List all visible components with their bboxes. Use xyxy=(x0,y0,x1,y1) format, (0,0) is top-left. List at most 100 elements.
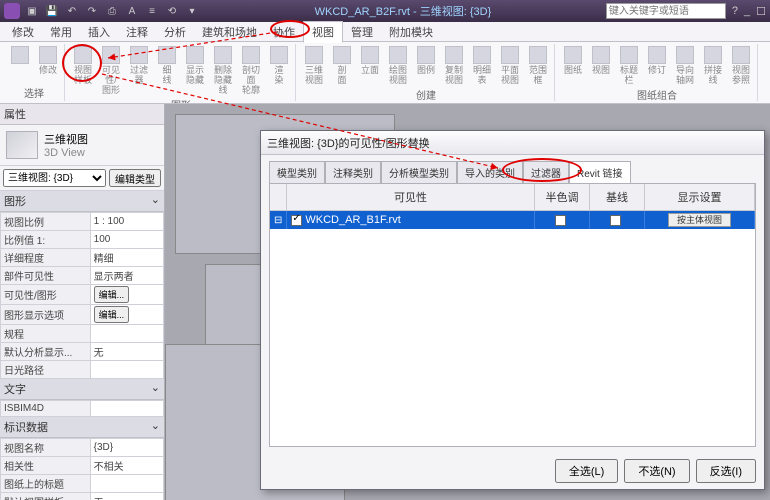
prop-group-text[interactable]: 文字⌄ xyxy=(0,379,164,400)
text-icon[interactable]: A xyxy=(124,3,140,19)
edit-button[interactable]: 编辑... xyxy=(94,286,130,303)
col-halftone: 半色调 xyxy=(535,184,590,210)
ribbon-视图样板[interactable]: 视图样板 xyxy=(70,44,96,96)
ribbon: 修改选择视图样板可见性/图形过滤器细线显示隐藏删除隐藏线剖切面轮廓渲染图形三维视… xyxy=(0,42,770,104)
ribbon-显示隐藏[interactable]: 显示隐藏 xyxy=(182,44,208,96)
view-select[interactable]: 三维视图: {3D} xyxy=(3,169,106,187)
measure-icon[interactable]: ≡ xyxy=(144,3,160,19)
ribbon-修订[interactable]: 修订 xyxy=(644,44,670,86)
minimize-icon[interactable]: _ xyxy=(744,5,750,18)
col-visibility: 可见性 xyxy=(287,184,535,210)
dialog-tab-1[interactable]: 注释类别 xyxy=(325,161,381,183)
ribbon-可见性图形[interactable]: 可见性/图形 xyxy=(98,44,124,96)
undo-icon[interactable]: ↶ xyxy=(64,3,80,19)
dialog-tab-0[interactable]: 模型类别 xyxy=(269,161,325,183)
ribbon-细线[interactable]: 细线 xyxy=(154,44,180,96)
select-all-button[interactable]: 全选(L) xyxy=(555,459,618,483)
ribbon-group-label: 创建 xyxy=(416,86,436,103)
dialog-tab-3[interactable]: 导入的类别 xyxy=(457,161,523,183)
ribbon-立面[interactable]: 立面 xyxy=(357,44,383,86)
ribbon-渲染[interactable]: 渲染 xyxy=(266,44,292,96)
ribbon-导向轴网[interactable]: 导向轴网 xyxy=(672,44,698,86)
dialog-tab-2[interactable]: 分析模型类别 xyxy=(381,161,457,183)
grid-header: 可见性 半色调 基线 显示设置 xyxy=(270,184,755,211)
view-type-label: 三维视图 xyxy=(44,131,88,147)
prop-row[interactable]: 视图名称{3D} xyxy=(1,439,164,457)
col-underlay: 基线 xyxy=(590,184,645,210)
ribbon-拼接线[interactable]: 拼接线 xyxy=(700,44,726,86)
ribbon-平面视图[interactable]: 平面视图 xyxy=(497,44,523,86)
maximize-icon[interactable]: ☐ xyxy=(756,5,766,18)
view-cube-icon xyxy=(6,131,38,159)
prop-row[interactable]: 可见性/图形编辑... xyxy=(1,285,164,305)
menu-视图[interactable]: 视图 xyxy=(303,21,343,43)
dialog-title: 三维视图: {3D}的可见性/图形替换 xyxy=(261,131,764,155)
prop-row[interactable]: 详细程度精细 xyxy=(1,249,164,267)
prop-group-graphics[interactable]: 图形⌄ xyxy=(0,191,164,212)
edit-button[interactable]: 编辑... xyxy=(94,306,130,323)
ribbon-标题栏[interactable]: 标题栏 xyxy=(616,44,642,86)
ribbon-绘图视图[interactable]: 绘图视图 xyxy=(385,44,411,86)
invert-selection-button[interactable]: 反选(I) xyxy=(696,459,756,483)
menu-修改[interactable]: 修改 xyxy=(4,22,42,42)
print-icon[interactable]: ⎙ xyxy=(104,3,120,19)
dialog-tab-5[interactable]: Revit 链接 xyxy=(569,161,631,183)
select-none-button[interactable]: 不选(N) xyxy=(624,459,689,483)
prop-row[interactable]: 比例值 1:100 xyxy=(1,231,164,249)
menu-管理[interactable]: 管理 xyxy=(343,22,381,42)
dialog-tab-4[interactable]: 过滤器 xyxy=(523,161,569,183)
edit-type-button[interactable]: 编辑类型 xyxy=(109,169,161,187)
visibility-dialog: 三维视图: {3D}的可见性/图形替换 模型类别注释类别分析模型类别导入的类别过… xyxy=(260,130,765,490)
help-icon[interactable]: ? xyxy=(732,5,738,18)
link-row[interactable]: ⊟ WKCD_AR_B1F.rvt 按主体视图 xyxy=(270,211,755,229)
prop-row[interactable]: 相关性不相关 xyxy=(1,457,164,475)
ribbon-三维视图[interactable]: 三维视图 xyxy=(301,44,327,86)
menu-附加模块[interactable]: 附加模块 xyxy=(381,22,441,42)
save-icon[interactable]: 💾 xyxy=(44,3,60,19)
underlay-checkbox[interactable] xyxy=(610,215,621,226)
prop-row[interactable]: 默认视图样板无 xyxy=(1,493,164,500)
prop-row[interactable]: 视图比例1 : 100 xyxy=(1,213,164,231)
ribbon-复制视图[interactable]: 复制视图 xyxy=(441,44,467,86)
ribbon-修改[interactable]: 修改 xyxy=(35,44,61,84)
app-icon[interactable] xyxy=(4,3,20,19)
ribbon-范围框[interactable]: 范围框 xyxy=(525,44,551,86)
display-setting-button[interactable]: 按主体视图 xyxy=(668,213,731,227)
ribbon-剖切面轮廓[interactable]: 剖切面轮廓 xyxy=(238,44,264,96)
search-input[interactable] xyxy=(606,3,726,19)
ribbon-group-label: 选择 xyxy=(24,84,44,101)
prop-row[interactable]: 日光路径 xyxy=(1,361,164,379)
sync-icon[interactable]: ⟲ xyxy=(164,3,180,19)
prop-row[interactable]: ISBIM4D xyxy=(1,401,164,417)
ribbon-过滤器[interactable]: 过滤器 xyxy=(126,44,152,96)
col-display: 显示设置 xyxy=(645,184,755,210)
menu-常用[interactable]: 常用 xyxy=(42,22,80,42)
prop-row[interactable]: 图纸上的标题 xyxy=(1,475,164,493)
menu-注释[interactable]: 注释 xyxy=(118,22,156,42)
prop-row[interactable]: 图形显示选项编辑... xyxy=(1,305,164,325)
menu-协作[interactable]: 协作 xyxy=(265,22,303,42)
menu-分析[interactable]: 分析 xyxy=(156,22,194,42)
ribbon-视图[interactable]: 视图 xyxy=(588,44,614,86)
ribbon-item[interactable] xyxy=(7,44,33,84)
row-checkbox[interactable] xyxy=(291,215,302,226)
prop-row[interactable]: 部件可见性显示两者 xyxy=(1,267,164,285)
ribbon-剖面[interactable]: 剖面 xyxy=(329,44,355,86)
ribbon-视图参照[interactable]: 视图参照 xyxy=(728,44,754,86)
ribbon-图纸[interactable]: 图纸 xyxy=(560,44,586,86)
dialog-tabs: 模型类别注释类别分析模型类别导入的类别过滤器Revit 链接 xyxy=(261,155,764,183)
prop-group-iddata[interactable]: 标识数据⌄ xyxy=(0,417,164,438)
ribbon-明细表[interactable]: 明细表 xyxy=(469,44,495,86)
menu-插入[interactable]: 插入 xyxy=(80,22,118,42)
prop-row[interactable]: 规程 xyxy=(1,325,164,343)
prop-row[interactable]: 默认分析显示...无 xyxy=(1,343,164,361)
ribbon-删除隐藏线[interactable]: 删除隐藏线 xyxy=(210,44,236,96)
open-icon[interactable]: ▣ xyxy=(24,3,40,19)
redo-icon[interactable]: ↷ xyxy=(84,3,100,19)
window-title: WKCD_AR_B2F.rvt - 三维视图: {3D} xyxy=(200,3,606,19)
properties-panel: 属性 三维视图 3D View 三维视图: {3D} 编辑类型 图形⌄视图比例1… xyxy=(0,104,165,500)
dropdown-icon[interactable]: ▾ xyxy=(184,3,200,19)
halftone-checkbox[interactable] xyxy=(555,215,566,226)
menu-建筑和场地[interactable]: 建筑和场地 xyxy=(194,22,265,42)
ribbon-图例[interactable]: 图例 xyxy=(413,44,439,86)
